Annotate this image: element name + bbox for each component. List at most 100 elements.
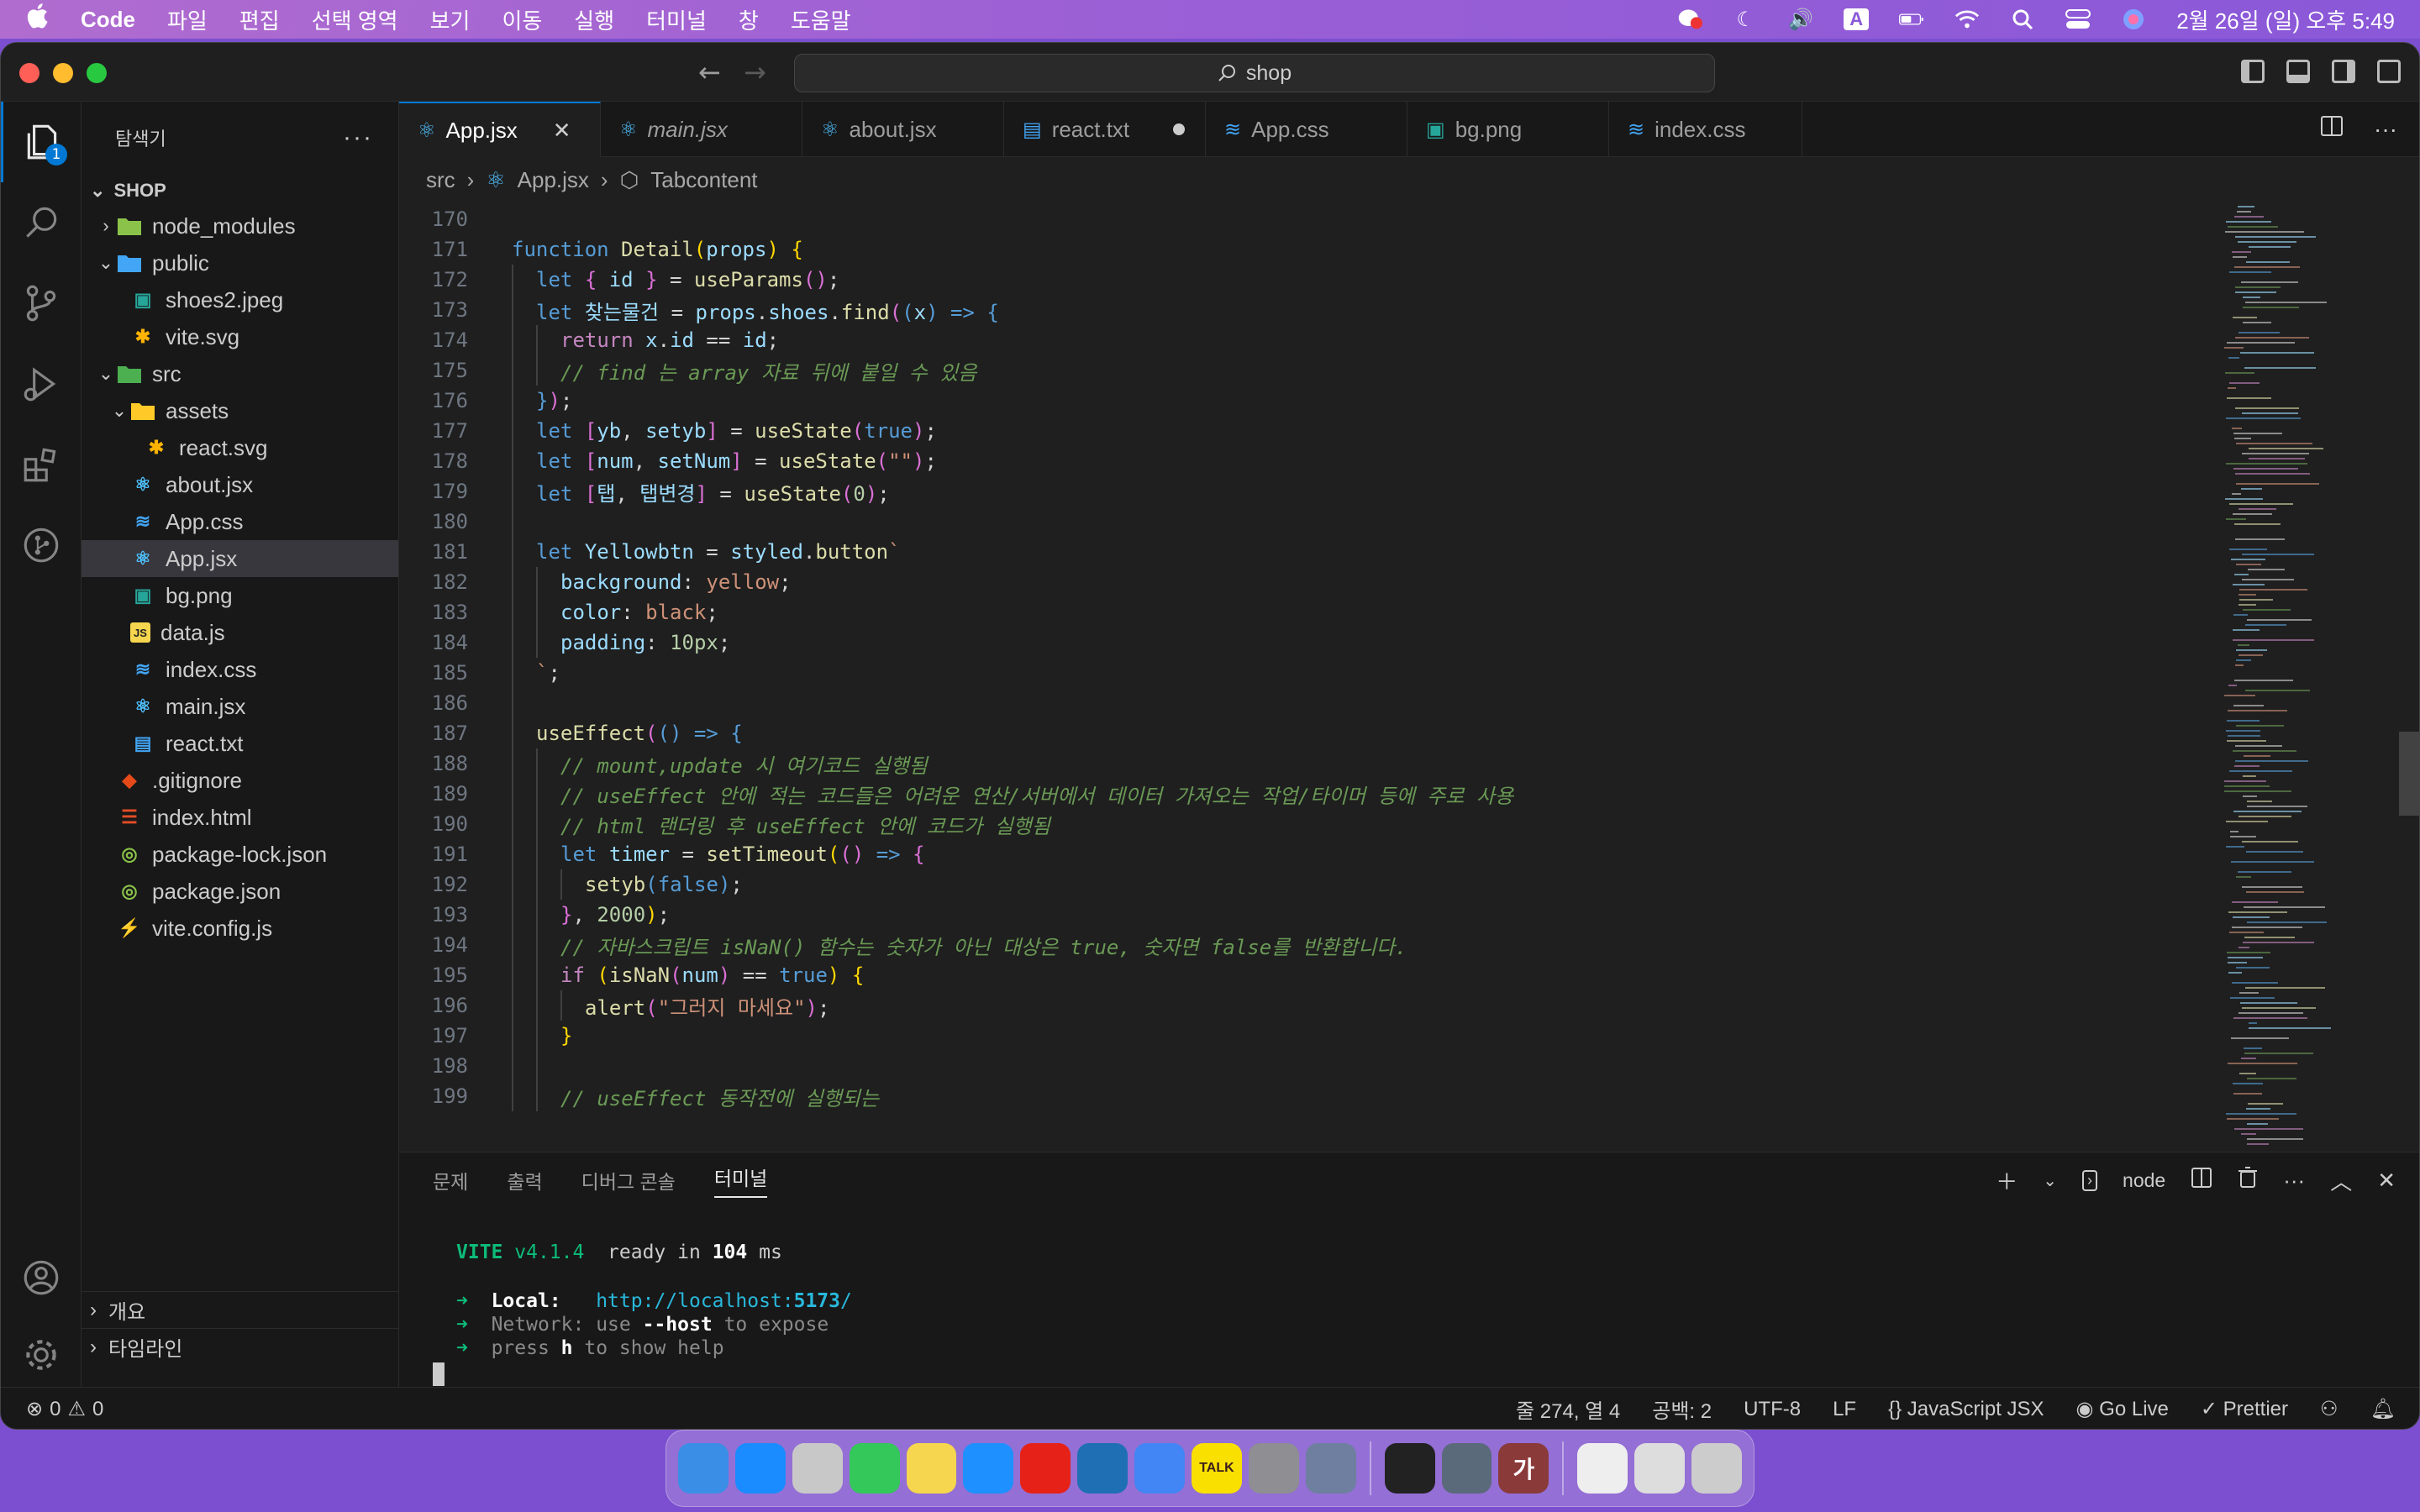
- toggle-secondary-sidebar-icon[interactable]: [2332, 60, 2355, 83]
- file-item[interactable]: ▣ bg.png: [82, 577, 398, 614]
- terminal-cursor[interactable]: [433, 1362, 445, 1386]
- back-arrow-icon[interactable]: ←: [698, 56, 721, 88]
- menu-terminal[interactable]: 터미널: [646, 4, 707, 35]
- maximize-panel-icon[interactable]: ︿: [2330, 1165, 2352, 1196]
- terminal-name[interactable]: node: [2123, 1169, 2165, 1192]
- migration-assistant-dock-icon[interactable]: [1305, 1443, 1356, 1494]
- finder-dock-icon[interactable]: [678, 1443, 729, 1494]
- menubar-clock[interactable]: 2월 26일 (일) 오후 5:49: [2176, 4, 2395, 35]
- trash-dock-icon[interactable]: [1691, 1443, 1743, 1494]
- toggle-primary-sidebar-icon[interactable]: [2241, 60, 2265, 83]
- folder-item[interactable]: › node_modules: [82, 207, 398, 244]
- file-item[interactable]: ◎ package-lock.json: [82, 836, 398, 873]
- quicktime-dock-icon[interactable]: [1441, 1443, 1492, 1494]
- wifi-icon[interactable]: [1954, 8, 1980, 30]
- file-item[interactable]: ◎ package.json: [82, 873, 398, 910]
- file-item[interactable]: ▣ shoes2.jpeg: [82, 281, 398, 318]
- menu-run[interactable]: 실행: [574, 4, 614, 35]
- focus-moon-icon[interactable]: ☾: [1733, 8, 1758, 31]
- app-name-menu[interactable]: Code: [81, 7, 135, 33]
- file-item[interactable]: ☰ index.html: [82, 799, 398, 836]
- file-item[interactable]: ≋ App.css: [82, 503, 398, 540]
- terminal-icon[interactable]: ›: [2082, 1169, 2098, 1191]
- toggle-panel-icon[interactable]: [2286, 60, 2310, 83]
- volume-icon[interactable]: 🔊: [1788, 8, 1813, 31]
- file-item[interactable]: ⚛ about.jsx: [82, 466, 398, 503]
- file-item[interactable]: ✱ react.svg: [82, 429, 398, 466]
- breadcrumb-folder[interactable]: src: [426, 167, 455, 193]
- command-center-search[interactable]: shop: [794, 54, 1715, 92]
- file-item[interactable]: ⚛ App.jsx: [82, 540, 398, 577]
- tab-debug-console[interactable]: 디버그 콘솔: [581, 1166, 676, 1194]
- extensions-button[interactable]: [1, 424, 82, 505]
- zoom-window-button[interactable]: [87, 63, 107, 83]
- more-actions-icon[interactable]: ···: [2374, 116, 2397, 143]
- prettier-button[interactable]: ✓ Prettier: [2201, 1397, 2288, 1421]
- trash-icon[interactable]: [2238, 1166, 2258, 1194]
- encoding[interactable]: UTF-8: [1744, 1398, 1801, 1421]
- file-item[interactable]: ⚛ main.jsx: [82, 688, 398, 725]
- downloads-stack-dock-icon[interactable]: [1577, 1443, 1628, 1494]
- spotlight-search-icon[interactable]: [2010, 8, 2035, 30]
- editor-scrollbar-thumb[interactable]: [2399, 732, 2419, 816]
- notes-dock-icon[interactable]: [906, 1443, 957, 1494]
- notifications-bell-icon[interactable]: 🔔︎: [2370, 1397, 2396, 1421]
- file-item[interactable]: ≋ index.css: [82, 651, 398, 688]
- safari-dock-icon[interactable]: [963, 1443, 1014, 1494]
- forward-arrow-icon[interactable]: →: [744, 56, 766, 88]
- timeline-section-header[interactable]: › 타임라인: [82, 1328, 399, 1365]
- vscode-dock-icon[interactable]: [1077, 1443, 1128, 1494]
- tab-app-jsx[interactable]: ⚛ App.jsx ✕: [399, 102, 601, 157]
- close-tab-icon[interactable]: ✕: [553, 118, 571, 144]
- chevron-down-icon[interactable]: ⌄: [2043, 1170, 2057, 1191]
- apple-menu-icon[interactable]: [25, 3, 49, 36]
- folder-item[interactable]: ⌄ assets: [82, 392, 398, 429]
- notification-app-icon[interactable]: [1677, 8, 1703, 30]
- file-item[interactable]: ✱ vite.svg: [82, 318, 398, 355]
- file-item[interactable]: ▤ react.txt: [82, 725, 398, 762]
- explorer-more-actions-icon[interactable]: ···: [343, 123, 373, 152]
- go-live-button[interactable]: ◉ Go Live: [2076, 1397, 2169, 1421]
- menu-window[interactable]: 창: [739, 4, 759, 35]
- indentation[interactable]: 공백: 2: [1652, 1394, 1712, 1424]
- search-button[interactable]: [1, 182, 82, 263]
- customize-layout-icon[interactable]: [2377, 60, 2401, 83]
- language-mode[interactable]: {} JavaScript JSX: [1888, 1398, 2044, 1421]
- siri-icon[interactable]: [2121, 8, 2146, 30]
- file-item[interactable]: JS data.js: [82, 614, 398, 651]
- tab-index-css[interactable]: ≋ index.css: [1609, 102, 1802, 157]
- menu-go[interactable]: 이동: [502, 4, 542, 35]
- launchpad-dock-icon[interactable]: [792, 1443, 843, 1494]
- feedback-icon[interactable]: ⚇: [2320, 1397, 2338, 1421]
- app-store-dock-icon[interactable]: [734, 1443, 786, 1494]
- code-editor[interactable]: 170 171 function Detail(props) {172 let { i…: [399, 202, 2419, 1152]
- close-panel-icon[interactable]: ✕: [2377, 1168, 2396, 1194]
- cursor-position[interactable]: 줄 274, 열 4: [1516, 1394, 1620, 1424]
- end-of-line[interactable]: LF: [1833, 1398, 1856, 1421]
- tab-main-jsx[interactable]: ⚛ main.jsx: [601, 102, 802, 157]
- tab-output[interactable]: 출력: [507, 1166, 542, 1194]
- close-window-button[interactable]: [19, 63, 39, 83]
- outline-section-header[interactable]: › 개요: [82, 1291, 399, 1328]
- split-editor-icon[interactable]: [2320, 114, 2344, 144]
- menu-selection[interactable]: 선택 영역: [312, 4, 398, 35]
- control-center-icon[interactable]: [2065, 8, 2091, 30]
- breadcrumb-file[interactable]: App.jsx: [518, 167, 589, 193]
- file-item[interactable]: ⚡ vite.config.js: [82, 910, 398, 947]
- tab-about-jsx[interactable]: ⚛ about.jsx: [802, 102, 1004, 157]
- manage-button[interactable]: [1, 1315, 82, 1395]
- file-item[interactable]: ◆ .gitignore: [82, 762, 398, 799]
- chrome-dock-icon[interactable]: [1134, 1443, 1186, 1494]
- tab-bg-png[interactable]: ▣ bg.png: [1407, 102, 1609, 157]
- menu-edit[interactable]: 편집: [239, 4, 280, 35]
- new-terminal-icon[interactable]: ＋: [1996, 1165, 2018, 1196]
- recent-window-dock-icon[interactable]: [1634, 1443, 1686, 1494]
- input-source-icon[interactable]: A: [1844, 8, 1870, 30]
- unsaved-dot-icon[interactable]: [1173, 123, 1186, 135]
- dictionary-dock-icon[interactable]: 가: [1498, 1443, 1549, 1494]
- tab-terminal[interactable]: 터미널: [713, 1163, 768, 1198]
- tab-problems[interactable]: 문제: [433, 1166, 468, 1194]
- menu-file[interactable]: 파일: [167, 4, 208, 35]
- problems-status[interactable]: ⊗ 0 ⚠ 0: [26, 1397, 103, 1421]
- battery-icon[interactable]: [1899, 8, 1924, 30]
